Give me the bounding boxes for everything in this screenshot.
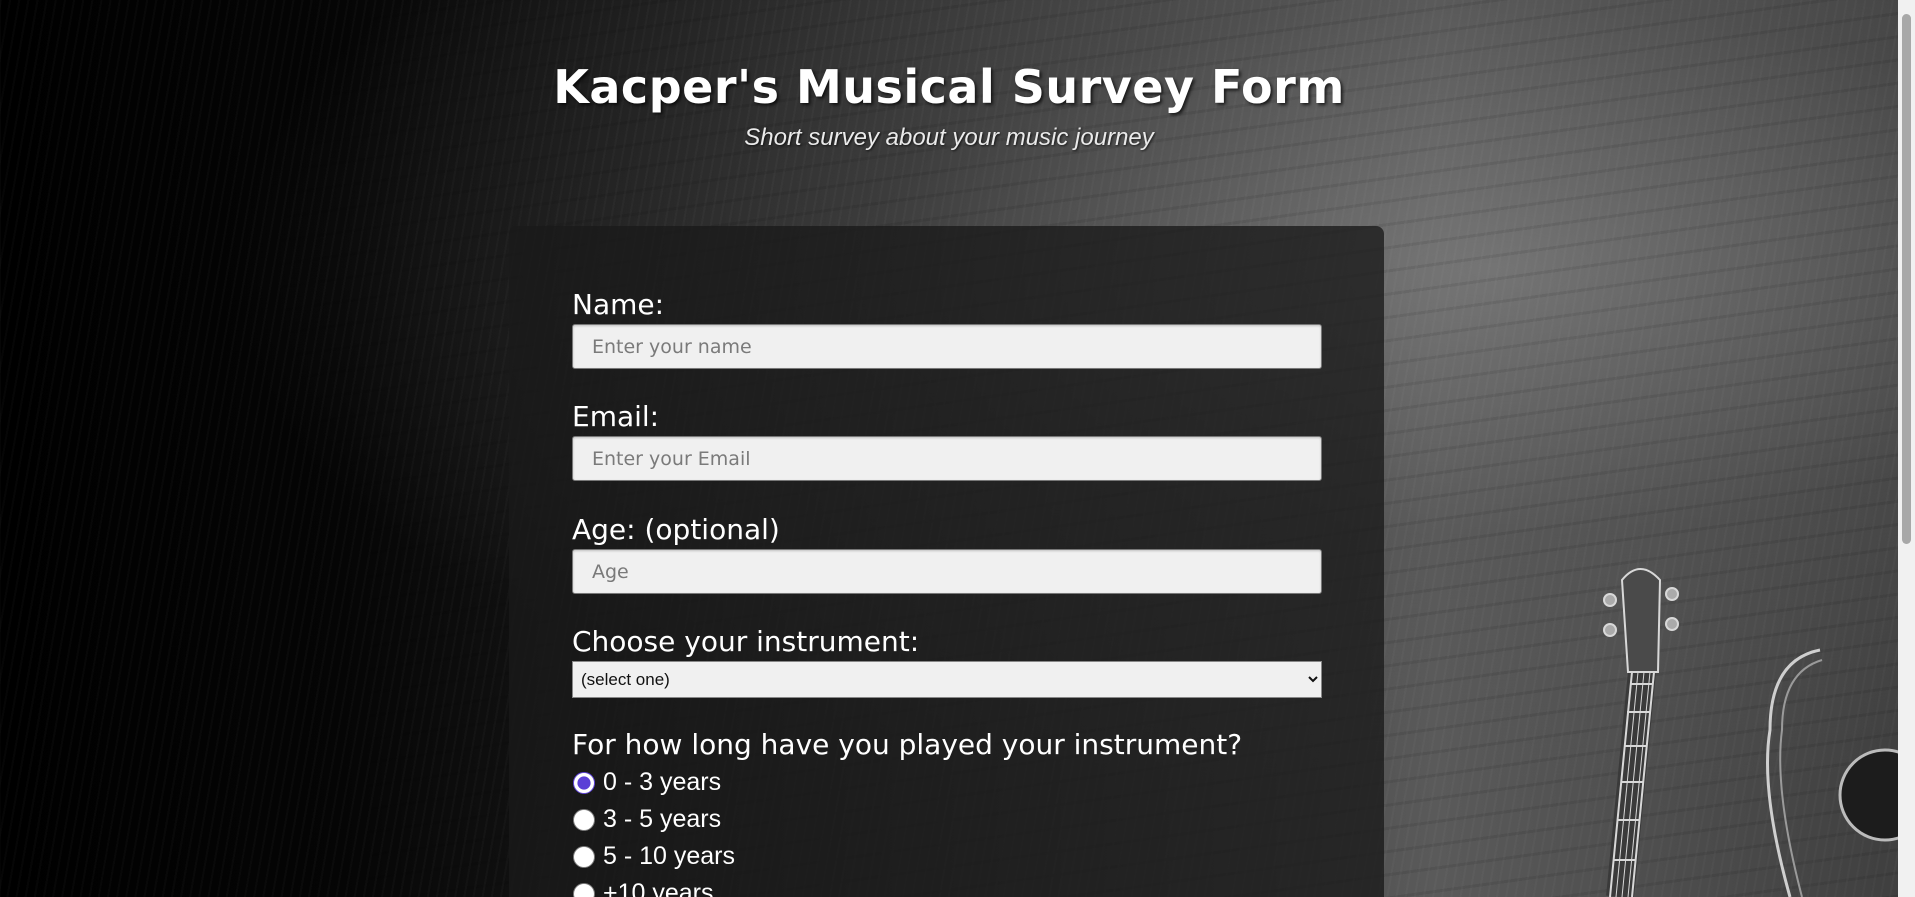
name-field-group: Name: [572, 288, 1322, 369]
experience-radio-0-3[interactable] [573, 771, 595, 794]
experience-radio-3-5[interactable] [573, 808, 595, 831]
page-title: Kacper's Musical Survey Form [553, 60, 1345, 114]
experience-label: For how long have you played your instru… [572, 728, 1243, 761]
experience-option-3-5[interactable]: 3 - 5 years [572, 801, 1322, 838]
email-label: Email: [572, 400, 660, 433]
experience-option-label: 3 - 5 years [603, 805, 722, 833]
age-field-group: Age: (optional) [572, 513, 1322, 594]
experience-field-group: For how long have you played your instru… [572, 728, 1322, 897]
experience-option-label: +10 years [603, 879, 714, 897]
survey-form: Name: Email: Age: (optional) Choose your… [509, 226, 1384, 897]
experience-option-10-plus[interactable]: +10 years [572, 875, 1322, 897]
experience-radio-10-plus[interactable] [573, 882, 595, 897]
instrument-select[interactable]: (select one) [572, 661, 1322, 698]
experience-option-label: 0 - 3 years [603, 768, 722, 796]
email-field-group: Email: [572, 400, 1322, 481]
page-header: Kacper's Musical Survey Form Short surve… [0, 60, 1898, 152]
email-input[interactable] [572, 436, 1322, 481]
experience-option-label: 5 - 10 years [603, 842, 736, 870]
instrument-field-group: Choose your instrument: (select one) [572, 625, 1322, 698]
experience-option-5-10[interactable]: 5 - 10 years [572, 838, 1322, 875]
experience-radio-5-10[interactable] [573, 845, 595, 868]
page-scrollbar[interactable] [1898, 0, 1915, 897]
name-input[interactable] [572, 324, 1322, 369]
page-subtitle: Short survey about your music journey [744, 124, 1154, 151]
age-label: Age: (optional) [572, 513, 780, 546]
age-input[interactable] [572, 549, 1322, 594]
instrument-label: Choose your instrument: [572, 625, 920, 658]
scrollbar-thumb[interactable] [1902, 14, 1911, 544]
name-label: Name: [572, 288, 665, 321]
experience-option-0-3[interactable]: 0 - 3 years [572, 764, 1322, 801]
guitar-icon [1603, 568, 1900, 897]
